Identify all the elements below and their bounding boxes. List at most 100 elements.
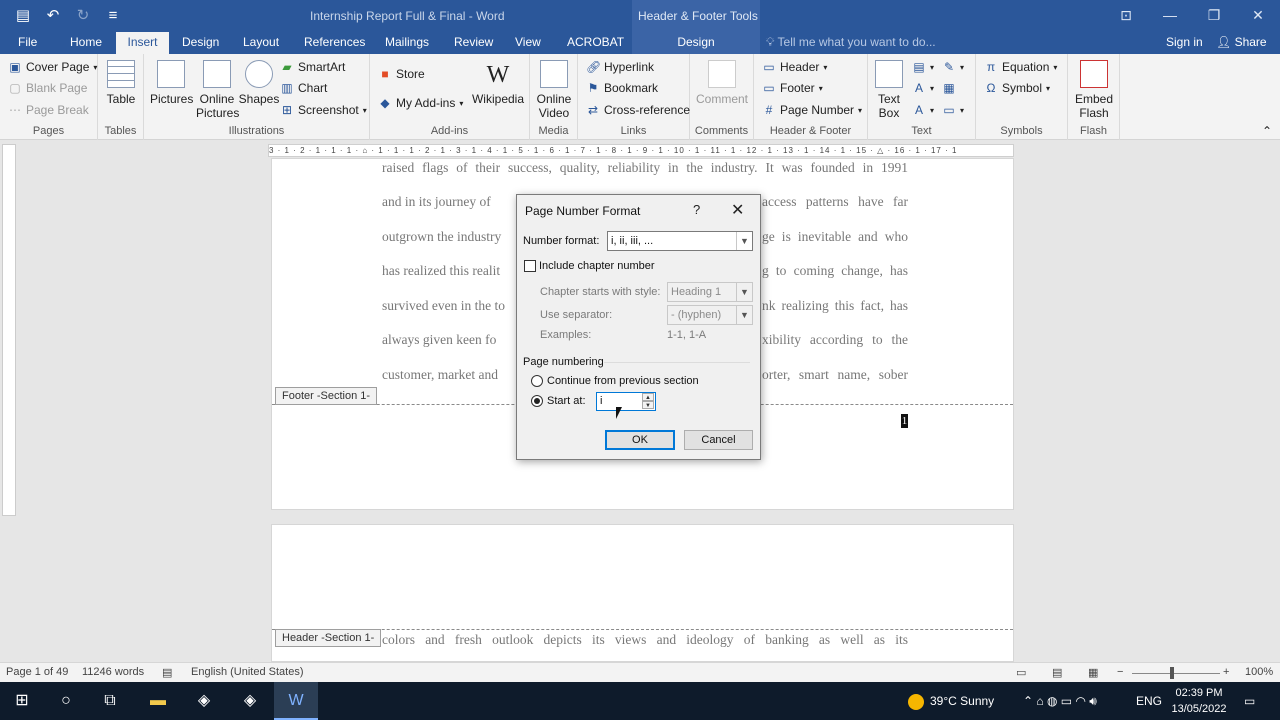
text-box-label-2: Box bbox=[878, 106, 900, 120]
zoom-level[interactable]: 100% bbox=[1245, 666, 1273, 678]
app-icon[interactable]: ◈ bbox=[182, 682, 226, 720]
equation-button[interactable]: π Equation ▾ bbox=[984, 60, 1058, 74]
zoom-out-icon[interactable]: − bbox=[1117, 666, 1123, 678]
windows-start-icon[interactable]: ⊞ bbox=[0, 682, 44, 720]
hyperlink-button[interactable]: 🔗︎ Hyperlink bbox=[586, 60, 654, 74]
symbol-label: Symbol bbox=[1002, 81, 1043, 95]
close-icon[interactable]: ✕ bbox=[731, 200, 744, 220]
date-time-button[interactable]: ▦ bbox=[942, 81, 956, 95]
pictures-button[interactable]: Pictures bbox=[150, 60, 193, 106]
cross-reference-button[interactable]: ⇄ Cross-reference bbox=[586, 103, 690, 117]
signature-line-button[interactable]: ✎ ▾ bbox=[942, 60, 964, 74]
header-button[interactable]: ▭ Header ▾ bbox=[762, 60, 827, 74]
body-text-line: orter, smart name, sober bbox=[762, 367, 908, 382]
task-view-icon[interactable]: ⧉ bbox=[88, 682, 132, 720]
app-icon[interactable]: ◈ bbox=[228, 682, 272, 720]
word-app-icon[interactable]: W bbox=[274, 682, 318, 720]
horizontal-ruler[interactable]: 3 · 1 · 2 · 1 · 1 · 1 · ⌂ · 1 · 1 · 1 · … bbox=[268, 144, 1014, 157]
tab-file[interactable]: File bbox=[10, 32, 45, 54]
zoom-in-icon[interactable]: + bbox=[1223, 666, 1229, 678]
web-layout-icon[interactable]: ▦ bbox=[1088, 666, 1098, 679]
spin-up-icon[interactable]: ▲ bbox=[642, 393, 654, 401]
vertical-ruler[interactable] bbox=[2, 144, 16, 516]
tab-references[interactable]: References bbox=[296, 32, 373, 54]
wikipedia-button[interactable]: W Wikipedia bbox=[470, 60, 526, 106]
sign-in-link[interactable]: Sign in bbox=[1166, 35, 1203, 49]
print-layout-icon[interactable]: ▤ bbox=[1052, 666, 1062, 679]
ok-button[interactable]: OK bbox=[605, 430, 675, 450]
tell-me-box[interactable]: 💡︎ Tell me what you want to do... bbox=[766, 35, 936, 50]
tab-mailings[interactable]: Mailings bbox=[377, 32, 437, 54]
clock[interactable]: 02:39 PM 13/05/2022 bbox=[1168, 685, 1230, 717]
screenshot-button[interactable]: ⊞ Screenshot ▾ bbox=[280, 103, 367, 117]
footer-page-number[interactable]: 1 bbox=[901, 414, 908, 428]
bookmark-button[interactable]: ⚑ Bookmark bbox=[586, 81, 658, 95]
quick-parts-button[interactable]: ▤ ▾ bbox=[912, 60, 934, 74]
language-indicator[interactable]: English (United States) bbox=[191, 666, 304, 678]
save-icon[interactable]: ▤ bbox=[8, 5, 38, 27]
start-at-input[interactable]: i ▲ ▼ bbox=[596, 392, 656, 411]
input-language[interactable]: ENG bbox=[1136, 682, 1162, 720]
weather-widget[interactable]: 39°C Sunny bbox=[908, 682, 994, 720]
tab-view[interactable]: View bbox=[507, 32, 549, 54]
restore-icon[interactable]: ❐ bbox=[1192, 0, 1236, 32]
chapter-style-select[interactable]: Heading 1 ▼ bbox=[667, 282, 753, 302]
table-button[interactable]: Table bbox=[106, 60, 136, 106]
notifications-icon[interactable]: ▭ bbox=[1244, 682, 1255, 720]
number-format-select[interactable]: i, ii, iii, ... ▼ bbox=[607, 231, 753, 251]
drop-cap-button[interactable]: A ▾ bbox=[912, 103, 934, 117]
symbol-button[interactable]: Ω Symbol ▾ bbox=[984, 81, 1051, 95]
read-mode-icon[interactable]: ▭ bbox=[1016, 666, 1026, 679]
continue-radio[interactable] bbox=[531, 375, 543, 387]
page-count[interactable]: Page 1 of 49 bbox=[6, 666, 68, 678]
page-number-button[interactable]: # Page Number ▾ bbox=[762, 103, 862, 117]
cancel-button[interactable]: Cancel bbox=[684, 430, 753, 450]
ribbon-display-icon[interactable]: ⊡ bbox=[1104, 0, 1148, 32]
close-icon[interactable]: ✕ bbox=[1236, 0, 1280, 32]
file-explorer-icon[interactable]: ▬ bbox=[136, 682, 180, 720]
tab-design[interactable]: Design bbox=[174, 32, 227, 54]
spin-down-icon[interactable]: ▼ bbox=[642, 401, 654, 409]
comment-icon bbox=[708, 60, 736, 88]
footer-button[interactable]: ▭ Footer ▾ bbox=[762, 81, 822, 95]
embed-flash-button[interactable]: Embed Flash bbox=[1072, 60, 1116, 120]
proofing-icon[interactable]: ▤ bbox=[162, 666, 172, 679]
help-icon[interactable]: ? bbox=[693, 202, 700, 217]
wordart-button[interactable]: A ▾ bbox=[912, 81, 934, 95]
smartart-button[interactable]: ▰ SmartArt bbox=[280, 60, 345, 74]
search-icon[interactable]: ○ bbox=[44, 682, 88, 720]
comment-button[interactable]: Comment bbox=[694, 60, 750, 106]
minimize-icon[interactable]: — bbox=[1148, 0, 1192, 32]
page-break-button[interactable]: ⋯ Page Break bbox=[8, 103, 89, 117]
include-chapter-checkbox[interactable] bbox=[524, 260, 536, 272]
tab-insert[interactable]: Insert bbox=[116, 32, 169, 55]
start-at-label: Start at: bbox=[547, 395, 586, 407]
tab-review[interactable]: Review bbox=[446, 32, 501, 54]
tab-hf-design[interactable]: Design bbox=[632, 32, 760, 54]
zoom-slider[interactable] bbox=[1132, 673, 1220, 674]
collapse-ribbon-icon[interactable]: ⌃ bbox=[1262, 124, 1272, 138]
zoom-slider-thumb[interactable] bbox=[1170, 667, 1174, 679]
online-video-button[interactable]: Online Video bbox=[534, 60, 574, 120]
blank-page-button[interactable]: ▢ Blank Page bbox=[8, 81, 87, 95]
tab-acrobat[interactable]: ACROBAT bbox=[559, 32, 632, 54]
store-button[interactable]: ■ Store bbox=[378, 67, 424, 81]
tab-layout[interactable]: Layout bbox=[235, 32, 287, 54]
redo-icon[interactable]: ↻ bbox=[68, 5, 98, 27]
share-button[interactable]: 👤︎ Share bbox=[1216, 35, 1267, 49]
word-count[interactable]: 11246 words bbox=[82, 666, 144, 678]
separator-select[interactable]: - (hyphen) ▼ bbox=[667, 305, 753, 325]
text-box-button[interactable]: Text Box bbox=[874, 60, 904, 120]
start-at-radio[interactable] bbox=[531, 395, 543, 407]
undo-icon[interactable]: ↶ bbox=[38, 5, 68, 27]
shapes-button[interactable]: Shapes bbox=[238, 60, 280, 106]
chart-button[interactable]: ▥ Chart bbox=[280, 81, 327, 95]
my-addins-button[interactable]: ◆ My Add-ins ▾ bbox=[378, 96, 463, 110]
cover-page-button[interactable]: ▣ Cover Page ▾ bbox=[8, 60, 97, 74]
tab-home[interactable]: Home bbox=[62, 32, 110, 54]
customize-icon[interactable]: ≡ bbox=[98, 5, 128, 27]
online-pictures-button[interactable]: Online Pictures bbox=[196, 60, 239, 120]
tray-icons[interactable]: ⌃ ⌂ ◍ ▭ ◠ 🔊︎ bbox=[1023, 682, 1097, 720]
object-button[interactable]: ▭ ▾ bbox=[942, 103, 964, 117]
taskbar: ⊞ ○ ⧉ ▬ ◈ ◈ W 39°C Sunny ⌃ ⌂ ◍ ▭ ◠ 🔊︎ EN… bbox=[0, 682, 1280, 720]
